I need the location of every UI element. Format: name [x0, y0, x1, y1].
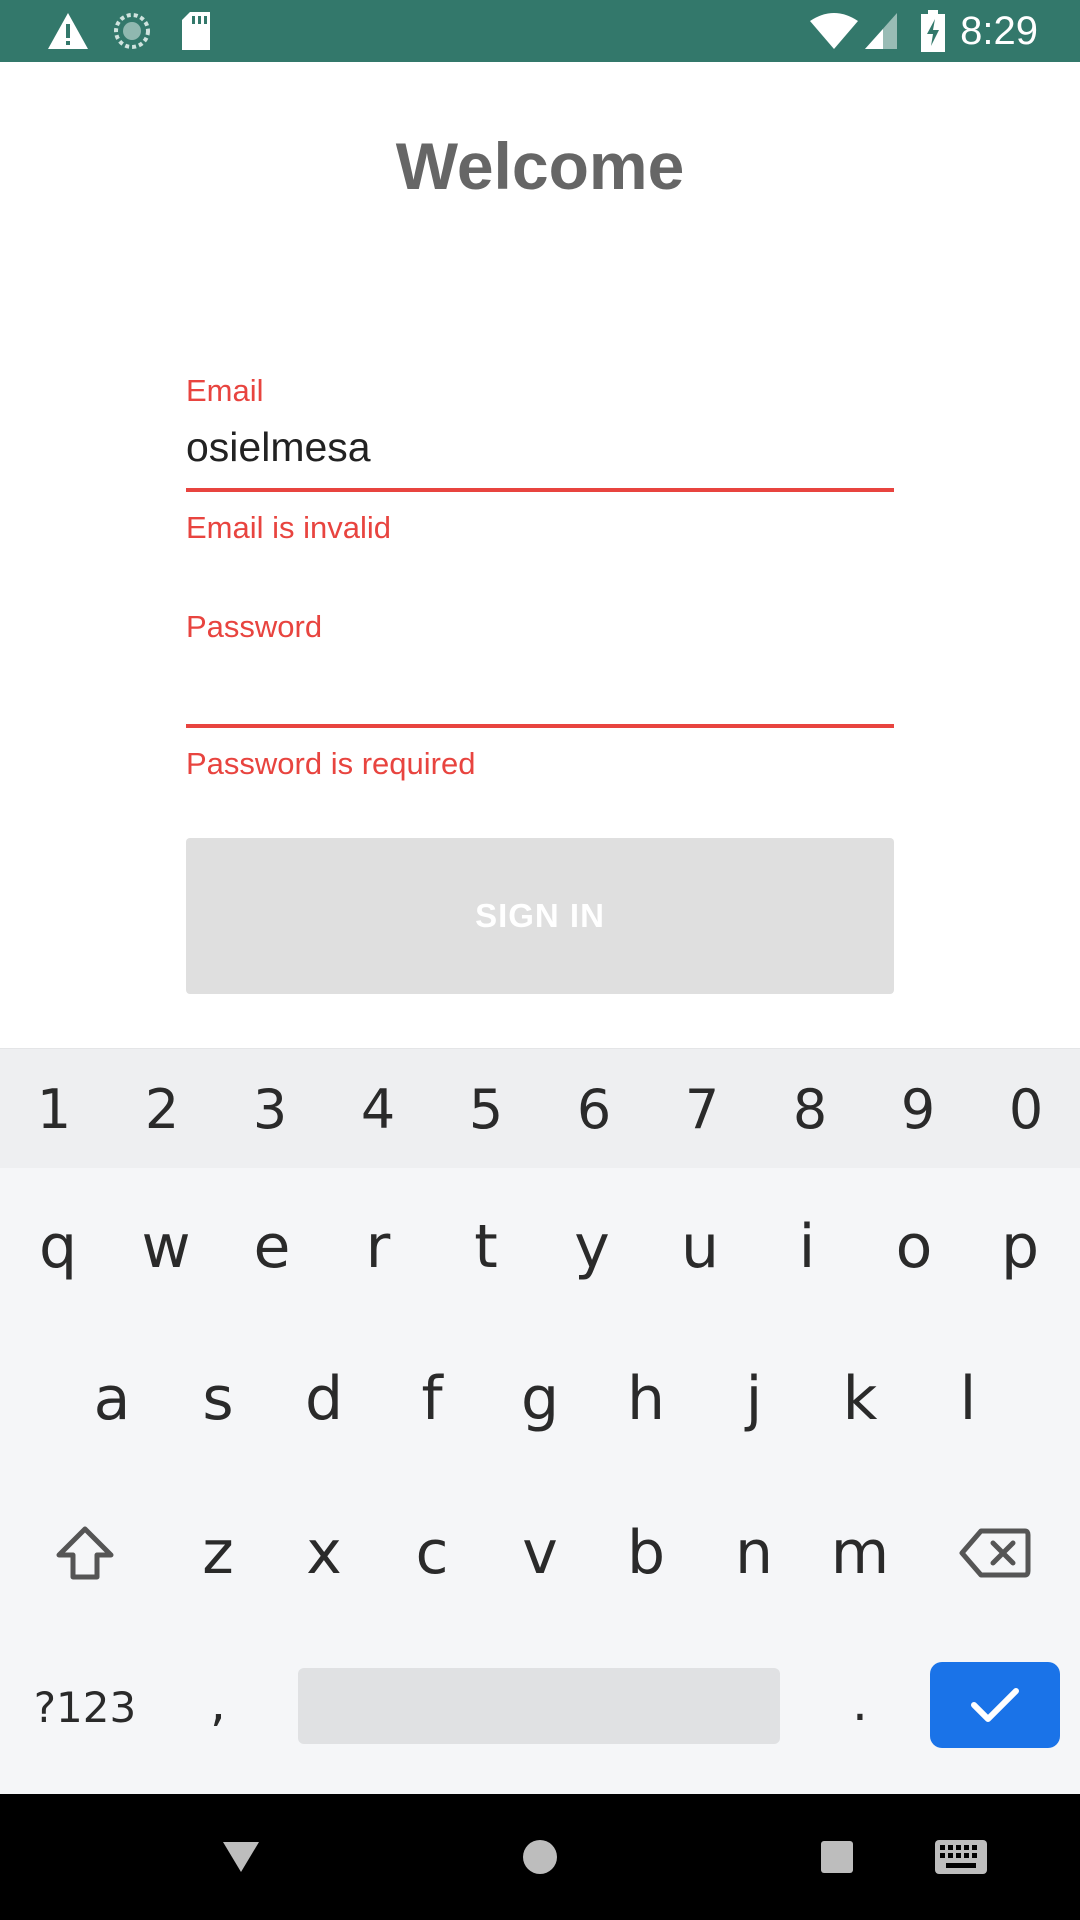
key-l[interactable]: l	[914, 1334, 1022, 1464]
shift-icon[interactable]	[30, 1488, 140, 1618]
backspace-icon[interactable]	[940, 1488, 1050, 1618]
key-9[interactable]: 9	[864, 1049, 972, 1169]
sign-in-button[interactable]: SIGN IN	[186, 838, 894, 994]
key-z[interactable]: z	[164, 1488, 272, 1618]
key-r[interactable]: r	[324, 1182, 432, 1312]
checkmark-icon	[971, 1688, 1019, 1722]
status-time: 8:29	[960, 9, 1038, 53]
key-f[interactable]: f	[378, 1334, 486, 1464]
warning-icon	[44, 9, 92, 53]
key-0[interactable]: 0	[972, 1049, 1080, 1169]
password-underline	[186, 724, 894, 728]
key-k[interactable]: k	[806, 1334, 914, 1464]
email-field[interactable]: osielmesa	[186, 424, 371, 471]
back-icon[interactable]	[206, 1824, 276, 1890]
key-x[interactable]: x	[270, 1488, 378, 1618]
home-icon[interactable]	[505, 1824, 575, 1890]
key-comma[interactable]: ,	[168, 1658, 268, 1748]
key-j[interactable]: j	[700, 1334, 808, 1464]
page-title: Welcome	[395, 129, 685, 203]
key-7[interactable]: 7	[648, 1049, 756, 1169]
key-b[interactable]: b	[592, 1488, 700, 1618]
sd-card-icon	[176, 9, 216, 53]
key-u[interactable]: u	[646, 1182, 754, 1312]
password-label: Password	[186, 609, 323, 644]
sync-icon	[108, 9, 156, 53]
recents-icon[interactable]	[802, 1824, 872, 1890]
key-p[interactable]: p	[966, 1182, 1074, 1312]
cell-signal-icon	[862, 9, 900, 53]
wifi-icon	[808, 9, 860, 53]
password-error-text: Password is required	[186, 746, 476, 781]
status-bar: 8:29	[0, 0, 1080, 62]
key-d[interactable]: d	[270, 1334, 378, 1464]
key-o[interactable]: o	[860, 1182, 968, 1312]
key-2[interactable]: 2	[108, 1049, 216, 1169]
key-v[interactable]: v	[486, 1488, 594, 1618]
key-q[interactable]: q	[4, 1182, 112, 1312]
keyboard-switch-icon[interactable]	[926, 1824, 996, 1890]
soft-keyboard: 1 2 3 4 5 6 7 8 9 0 q w e r t y u i o p …	[0, 1048, 1080, 1794]
battery-charging-icon	[918, 9, 948, 53]
key-6[interactable]: 6	[540, 1049, 648, 1169]
key-s[interactable]: s	[164, 1334, 272, 1464]
key-c[interactable]: c	[378, 1488, 486, 1618]
key-m[interactable]: m	[806, 1488, 914, 1618]
key-g[interactable]: g	[486, 1334, 594, 1464]
spacebar[interactable]	[298, 1668, 780, 1744]
navigation-bar	[0, 1794, 1080, 1920]
email-label: Email	[186, 373, 264, 408]
email-error-text: Email is invalid	[186, 510, 392, 545]
key-n[interactable]: n	[700, 1488, 808, 1618]
password-field[interactable]	[186, 660, 894, 716]
key-w[interactable]: w	[112, 1182, 220, 1312]
key-y[interactable]: y	[538, 1182, 646, 1312]
key-a[interactable]: a	[58, 1334, 166, 1464]
key-e[interactable]: e	[218, 1182, 326, 1312]
symbols-key[interactable]: ?123	[20, 1662, 150, 1752]
key-4[interactable]: 4	[324, 1049, 432, 1169]
key-i[interactable]: i	[753, 1182, 861, 1312]
key-8[interactable]: 8	[756, 1049, 864, 1169]
key-t[interactable]: t	[432, 1182, 540, 1312]
key-1[interactable]: 1	[0, 1049, 108, 1169]
key-5[interactable]: 5	[432, 1049, 540, 1169]
key-h[interactable]: h	[592, 1334, 700, 1464]
key-3[interactable]: 3	[216, 1049, 324, 1169]
enter-key[interactable]	[930, 1662, 1060, 1748]
keyboard-number-row: 1 2 3 4 5 6 7 8 9 0	[0, 1048, 1080, 1168]
email-underline	[186, 488, 894, 492]
key-period[interactable]: .	[810, 1658, 910, 1748]
